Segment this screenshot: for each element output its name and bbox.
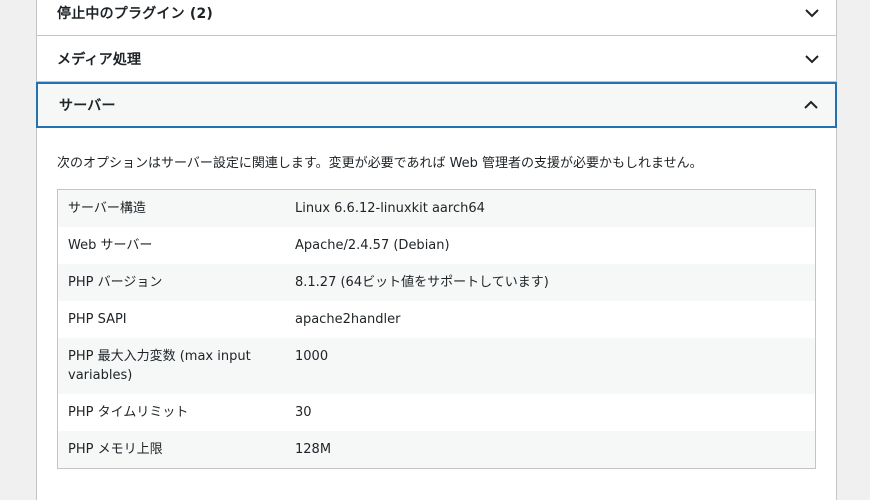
row-key: PHP SAPI xyxy=(57,301,285,338)
table-row: サーバー構造 Linux 6.6.12-linuxkit aarch64 xyxy=(57,189,816,227)
row-key: PHP タイムリミット xyxy=(57,394,285,431)
row-key: PHP メモリ上限 xyxy=(57,431,285,469)
row-value: 128M xyxy=(285,431,816,469)
row-value: 30 xyxy=(285,394,816,431)
row-key: PHP バージョン xyxy=(57,264,285,301)
table-row: PHP メモリ上限 128M xyxy=(57,431,816,469)
row-value: apache2handler xyxy=(285,301,816,338)
site-health-info-panel: 停止中のプラグイン (2) メディア処理 サーバー 次のオプションはサーバー設定… xyxy=(36,0,837,500)
accordion-title: 停止中のプラグイン (2) xyxy=(57,5,214,22)
accordion-inactive-plugins[interactable]: 停止中のプラグイン (2) xyxy=(37,0,836,36)
chevron-down-icon xyxy=(804,51,820,67)
table-row: Web サーバー Apache/2.4.57 (Debian) xyxy=(57,227,816,264)
server-accordion-body: 次のオプションはサーバー設定に関連します。変更が必要であれば Web 管理者の支… xyxy=(37,155,836,469)
table-row: PHP バージョン 8.1.27 (64ビット値をサポートしています) xyxy=(57,264,816,301)
accordion-title: メディア処理 xyxy=(57,51,142,68)
table-row: PHP SAPI apache2handler xyxy=(57,301,816,338)
chevron-down-icon xyxy=(804,5,820,21)
server-description: 次のオプションはサーバー設定に関連します。変更が必要であれば Web 管理者の支… xyxy=(57,156,703,171)
row-value: 8.1.27 (64ビット値をサポートしています) xyxy=(285,264,816,301)
table-row: PHP 最大入力変数 (max input variables) 1000 xyxy=(57,338,816,394)
server-info-table: サーバー構造 Linux 6.6.12-linuxkit aarch64 Web… xyxy=(57,189,816,469)
chevron-up-icon xyxy=(803,97,819,113)
row-value: Apache/2.4.57 (Debian) xyxy=(285,227,816,264)
row-value: 1000 xyxy=(285,338,816,394)
table-row: PHP タイムリミット 30 xyxy=(57,394,816,431)
row-key: PHP 最大入力変数 (max input variables) xyxy=(57,338,285,394)
row-value: Linux 6.6.12-linuxkit aarch64 xyxy=(285,189,816,227)
row-key: サーバー構造 xyxy=(57,189,285,227)
accordion-title: サーバー xyxy=(59,98,116,114)
row-key: Web サーバー xyxy=(57,227,285,264)
accordion-server[interactable]: サーバー xyxy=(36,82,837,128)
accordion-media-handling[interactable]: メディア処理 xyxy=(37,36,836,82)
